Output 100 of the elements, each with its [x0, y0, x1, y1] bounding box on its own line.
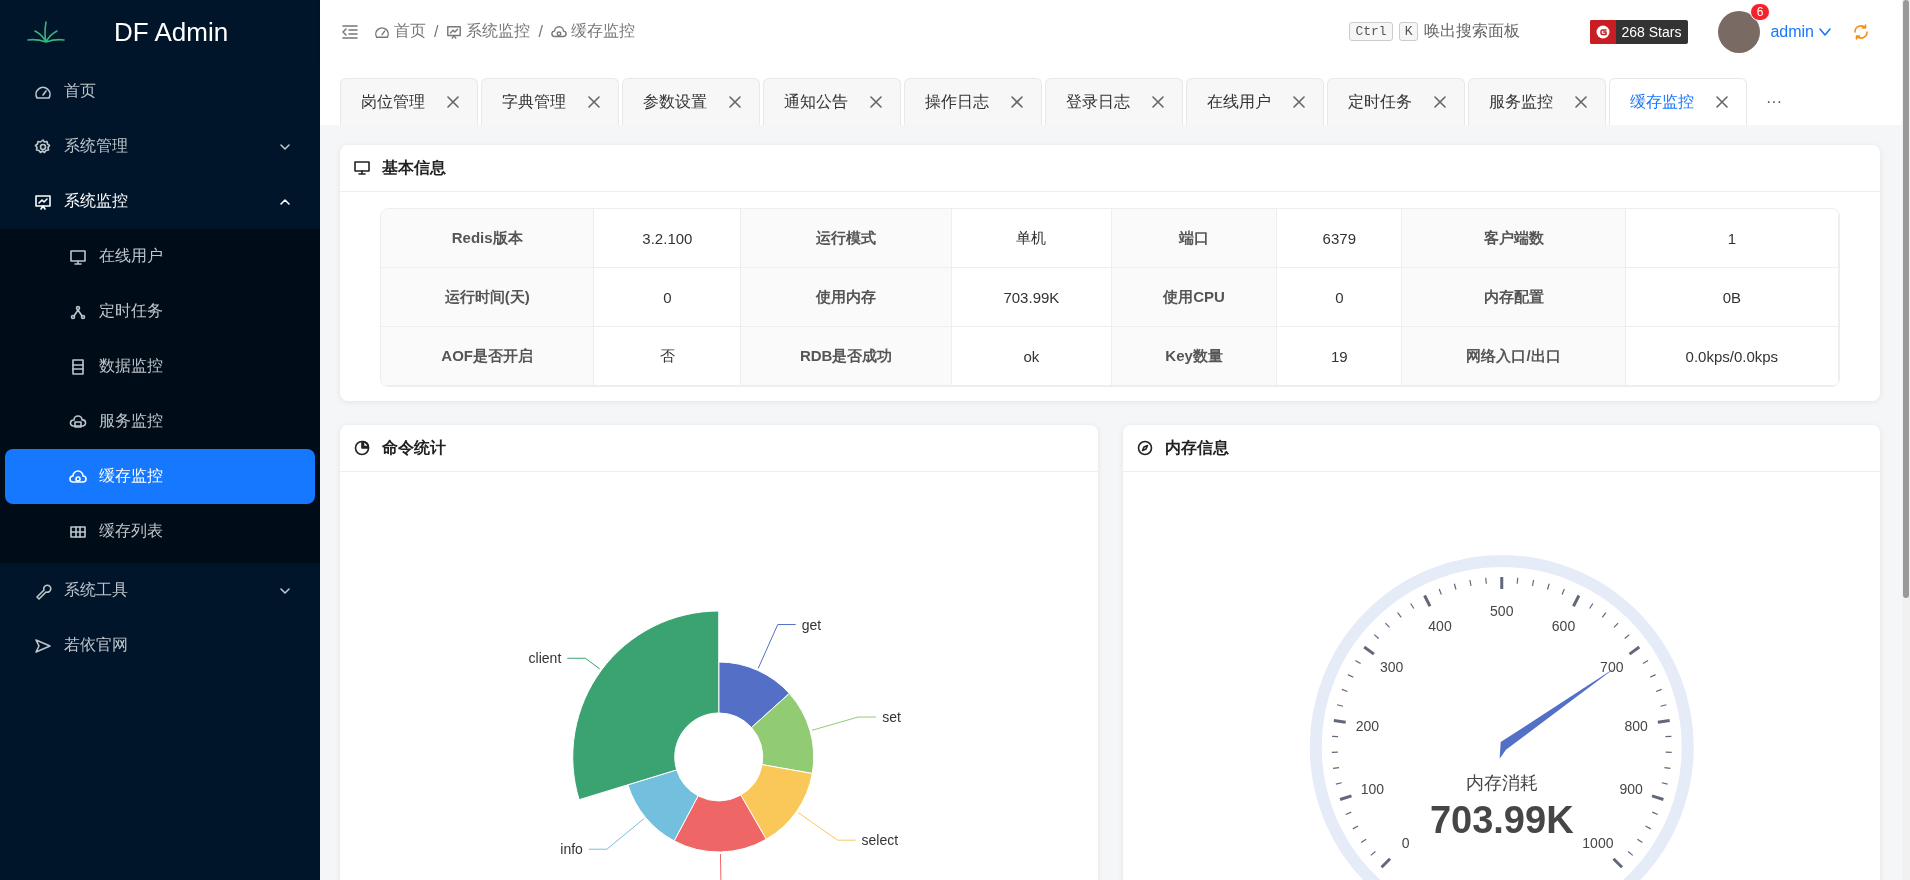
breadcrumb-item[interactable]: 首页 — [394, 21, 426, 42]
info-label: 内存配置 — [1402, 268, 1626, 327]
compass-icon — [1136, 440, 1153, 456]
monitor-icon — [354, 160, 370, 176]
gauge-tick-label: 500 — [1489, 603, 1513, 619]
leader-line — [588, 818, 645, 850]
info-label: Key数量 — [1112, 327, 1278, 386]
g-logo-icon — [1595, 23, 1612, 40]
more-tabs-button[interactable]: ··· — [1750, 79, 1798, 125]
close-icon[interactable] — [729, 96, 741, 108]
submenu-item[interactable]: 服务监控 — [5, 394, 315, 449]
info-value: 1 — [1625, 209, 1839, 268]
menu-item[interactable]: 若依官网 — [0, 618, 320, 673]
gauge-tick-label: 300 — [1379, 659, 1403, 676]
close-icon[interactable] — [870, 96, 882, 108]
cloud-icon — [550, 23, 567, 40]
tab[interactable]: 参数设置 — [622, 78, 760, 125]
gauge-tick-label: 600 — [1551, 617, 1575, 634]
tab[interactable]: 服务监控 — [1468, 78, 1606, 125]
card-title: 内存信息 — [1164, 437, 1229, 458]
gauge-tick-label: 100 — [1360, 781, 1384, 798]
submenu-item[interactable]: 缓存监控 — [5, 449, 315, 504]
send-icon — [34, 636, 52, 655]
menu-item[interactable]: 系统监控 — [0, 174, 320, 229]
info-label: Redis版本 — [381, 209, 595, 268]
gauge-tick-label: 1000 — [1581, 835, 1613, 852]
cloud-icon — [69, 467, 87, 486]
info-value: 0.0kps/0.0kps — [1625, 327, 1839, 386]
notification-badge: 6 — [1749, 2, 1771, 21]
menu-item[interactable]: 系统工具 — [0, 563, 320, 618]
breadcrumb-item: 缓存监控 — [570, 21, 635, 41]
menu-item[interactable]: 首页 — [0, 64, 320, 119]
breadcrumb-separator: / — [538, 22, 543, 41]
breadcrumb-item[interactable]: 系统监控 — [466, 21, 531, 42]
monitor-chart-icon — [34, 192, 52, 211]
monitor-icon — [69, 247, 87, 266]
close-icon[interactable] — [447, 96, 459, 108]
chart-label: get — [801, 616, 822, 633]
info-label: 客户端数 — [1402, 209, 1626, 268]
monitor-chart-icon — [446, 23, 463, 40]
info-label: 端口 — [1112, 209, 1278, 268]
chart-label: client — [528, 650, 562, 667]
gauge-value: 703.99K — [1429, 799, 1574, 841]
submenu-item[interactable]: 定时任务 — [5, 284, 315, 339]
grass-logo-icon — [26, 20, 66, 44]
gauge-tick-label: 800 — [1623, 717, 1648, 734]
app-title: DF Admin — [114, 16, 229, 48]
tab[interactable]: 通知公告 — [763, 78, 901, 125]
chart-label: info — [560, 841, 583, 858]
info-label: 运行时间(天) — [381, 268, 595, 327]
info-label: 使用内存 — [741, 268, 952, 327]
info-value: 0B — [1625, 268, 1839, 327]
info-label: 运行模式 — [741, 209, 952, 268]
chart-label: set — [882, 709, 901, 726]
gauge-tick-label: 400 — [1427, 617, 1452, 634]
tab[interactable]: 缓存监控 — [1609, 78, 1747, 125]
tab[interactable]: 在线用户 — [1186, 78, 1324, 125]
tab[interactable]: 字典管理 — [481, 78, 619, 125]
leader-line — [811, 716, 877, 731]
search-shortcut-label[interactable]: 唤出搜索面板 — [1424, 21, 1521, 42]
gauge-detail-label: 内存消耗 — [1465, 773, 1538, 793]
close-icon[interactable] — [1575, 96, 1587, 108]
close-icon[interactable] — [1293, 96, 1305, 108]
user-menu[interactable]: admin — [1770, 22, 1832, 41]
chart-label: select — [861, 832, 899, 849]
close-icon[interactable] — [588, 96, 600, 108]
scrollbar[interactable] — [1902, 0, 1910, 880]
wrench-icon — [34, 581, 52, 600]
stars-badge[interactable]: 268 Stars — [1590, 19, 1689, 44]
leader-line — [566, 657, 601, 670]
leader-line — [757, 624, 797, 669]
submenu-item[interactable]: 缓存列表 — [5, 504, 315, 559]
leader-line — [797, 812, 857, 841]
close-icon[interactable] — [1011, 96, 1023, 108]
info-label: AOF是否开启 — [381, 327, 595, 386]
gauge-tick-label: 700 — [1599, 659, 1623, 676]
submenu-item[interactable]: 数据监控 — [5, 339, 315, 394]
tab[interactable]: 操作日志 — [904, 78, 1042, 125]
submenu-item[interactable]: 在线用户 — [5, 229, 315, 284]
gauge-tick-label: 0 — [1401, 835, 1409, 852]
info-label: RDB是否成功 — [741, 327, 952, 386]
gauge-tick-label: 900 — [1618, 781, 1643, 798]
gauge-tick-label: 200 — [1355, 717, 1379, 734]
breadcrumb-separator: / — [434, 22, 439, 41]
info-label: 网络入口/出口 — [1402, 327, 1626, 386]
close-icon[interactable] — [1716, 96, 1728, 108]
server-list-icon — [69, 357, 87, 376]
menu-item[interactable]: 系统管理 — [0, 119, 320, 174]
key-cap: K — [1398, 22, 1419, 41]
leader-line — [719, 853, 722, 880]
tab[interactable]: 登录日志 — [1045, 78, 1183, 125]
card-title: 命令统计 — [382, 437, 446, 458]
close-icon[interactable] — [1434, 96, 1446, 108]
info-label: 使用CPU — [1112, 268, 1278, 327]
cloud-server-icon — [69, 412, 87, 431]
key-cap: Ctrl — [1349, 22, 1393, 41]
tab[interactable]: 定时任务 — [1327, 78, 1465, 125]
close-icon[interactable] — [1152, 96, 1164, 108]
tab[interactable]: 岗位管理 — [340, 78, 478, 125]
card-title: 基本信息 — [382, 157, 446, 178]
